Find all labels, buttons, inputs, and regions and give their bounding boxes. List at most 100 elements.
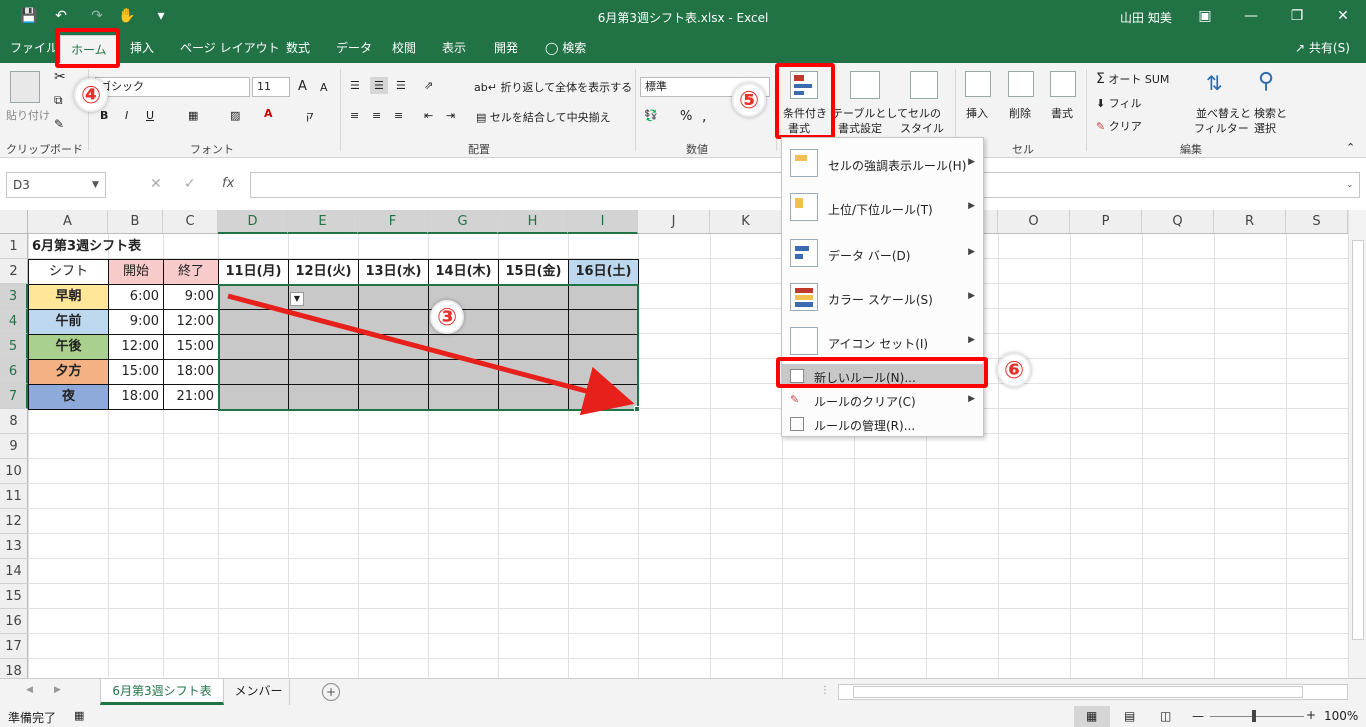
underline-button[interactable]: U [146,109,154,122]
cancel-icon[interactable]: ✕ [150,176,162,192]
shrink-font-icon[interactable]: A [320,81,328,94]
page-layout-view-icon[interactable]: ▤ [1124,709,1135,723]
align-right-icon[interactable]: ≡ [394,109,403,122]
clear-button[interactable]: ✎ クリア [1096,118,1142,134]
macro-record-icon[interactable]: ▦ [74,709,84,722]
currency-icon[interactable]: 💱 [644,109,658,122]
find-select-icon[interactable]: ⚲ [1258,69,1274,94]
find-select-label-1[interactable]: 検索と [1254,105,1287,121]
merge-center-button[interactable]: ▤ セルを結合して中央揃え [476,109,611,125]
tab-file[interactable]: ファイル [10,33,58,63]
menu-item-icon-sets[interactable]: アイコン セット(I) ▶ [782,322,983,362]
bold-button[interactable]: B [100,109,108,122]
fill-color-icon[interactable]: ▨ [230,109,240,122]
name-box[interactable]: D3 [6,172,106,198]
tab-developer[interactable]: 開発 [494,33,518,63]
zoom-level[interactable]: 100% [1324,709,1358,723]
menu-item-highlight-cells[interactable]: セルの強調表示ルール(H) ▶ [782,144,983,184]
tab-data[interactable]: データ [336,33,372,63]
align-bottom-icon[interactable]: ☰ [396,79,406,92]
sort-filter-label-2[interactable]: フィルター [1194,120,1249,136]
font-name-combo[interactable]: ゴシック [95,77,250,97]
align-middle-icon[interactable]: ☰ [370,77,388,94]
tab-view[interactable]: 表示 [442,33,466,63]
align-center-icon[interactable]: ≡ [372,109,381,122]
menu-item-color-scales[interactable]: カラー スケール(S) ▶ [782,278,983,318]
menu-item-manage-rules[interactable]: ルールの管理(R)... [782,412,983,436]
vertical-scrollbar[interactable] [1348,210,1366,678]
name-box-dropdown-icon[interactable]: ▼ [92,180,99,190]
collapse-ribbon-icon[interactable]: ⌃ [1346,141,1355,154]
sheet-tab-active[interactable]: 6月第3週シフト表 [100,679,224,705]
enter-icon[interactable]: ✓ [184,176,196,192]
italic-button[interactable]: I [125,109,128,122]
cut-icon[interactable]: ✂ [54,69,66,85]
percent-icon[interactable]: % [680,109,692,124]
decrease-indent-icon[interactable]: ⇤ [424,109,433,122]
delete-cells-label[interactable]: 削除 [1009,105,1031,121]
zoom-slider[interactable] [1210,716,1304,717]
share-button[interactable]: ↗ 共有(S) [1295,33,1350,63]
normal-view-button[interactable]: ▦ [1074,706,1110,727]
increase-indent-icon[interactable]: ⇥ [446,109,455,122]
tab-formulas[interactable]: 数式 [286,33,310,63]
zoom-slider-thumb[interactable] [1252,710,1256,722]
menu-item-top-bottom[interactable]: 上位/下位ルール(T) ▶ [782,188,983,228]
zoom-in-icon[interactable]: + [1306,708,1316,722]
format-as-table-icon[interactable] [850,71,880,99]
paste-button[interactable]: 貼り付け [6,107,50,123]
insert-cells-icon[interactable] [965,71,991,97]
align-top-icon[interactable]: ☰ [350,79,360,92]
align-left-icon[interactable]: ≡ [350,109,359,122]
font-color-icon[interactable]: A [264,107,273,120]
tab-page-layout[interactable]: ページ レイアウト [180,33,280,63]
tell-me-search[interactable]: ◯ 検索 [545,33,586,63]
worksheet-grid[interactable]: ABCDEFGHIJKLMNOPQRS 12345678910111213141… [0,210,1348,678]
add-sheet-icon[interactable]: + [322,683,340,701]
menu-item-clear-rules[interactable]: ✎ ルールのクリア(C) ▶ [782,388,983,412]
font-size-combo[interactable]: 11 [252,77,290,97]
insert-function-icon[interactable]: fx [222,176,234,191]
cell-styles-label-1[interactable]: セルの [908,105,941,121]
sort-filter-label-1[interactable]: 並べ替えと [1196,105,1251,121]
delete-cells-icon[interactable] [1008,71,1034,97]
ribbon-display-icon[interactable]: ▣ [1196,7,1214,25]
grow-font-icon[interactable]: A [298,79,307,94]
horizontal-scroll-thumb[interactable] [853,686,1303,698]
insert-cells-label[interactable]: 挿入 [966,105,988,121]
wrap-text-button[interactable]: ab↵ 折り返して全体を表示する [474,79,632,95]
cell-styles-label-2[interactable]: スタイル [900,120,944,136]
format-painter-icon[interactable]: ✎ [54,117,64,131]
border-icon[interactable]: ▦ [188,109,198,122]
splitter-icon[interactable]: ⋮ [820,685,830,696]
format-as-table-label-1[interactable]: テーブルとして [832,105,908,121]
format-cells-icon[interactable] [1050,71,1076,97]
next-sheet-icon[interactable]: ▶ [54,685,61,695]
orientation-icon[interactable]: ⇗ [424,79,433,92]
user-name[interactable]: 山田 知美 [1120,9,1172,26]
prev-sheet-icon[interactable]: ◀ [26,685,33,695]
find-select-label-2[interactable]: 選択 [1254,120,1276,136]
fill-button[interactable]: ⬇ フィル [1096,95,1142,111]
page-break-view-icon[interactable]: ◫ [1160,709,1171,723]
tab-review[interactable]: 校閲 [392,33,416,63]
autosum-button[interactable]: Σ オート SUM [1096,71,1169,87]
paste-icon[interactable] [10,71,40,103]
restore-icon[interactable]: ❐ [1288,7,1306,25]
format-cells-label[interactable]: 書式 [1051,105,1073,121]
tab-insert[interactable]: 挿入 [130,33,154,63]
cell-styles-icon[interactable] [910,71,938,99]
sort-filter-icon[interactable]: ⇅ [1206,71,1223,95]
minimize-icon[interactable]: — [1242,7,1260,25]
zoom-out-icon[interactable]: — [1192,709,1204,723]
sheet-tab-members[interactable]: メンバー [228,679,290,705]
copy-icon[interactable]: ⧉ [54,93,63,108]
close-icon[interactable]: ✕ [1334,7,1352,25]
horizontal-scrollbar[interactable] [838,684,1348,700]
comma-icon[interactable]: , [702,109,706,125]
vertical-scroll-thumb[interactable] [1352,240,1364,640]
phonetic-icon[interactable]: ק [306,109,314,122]
menu-item-data-bars[interactable]: データ バー(D) ▶ [782,234,983,274]
format-as-table-label-2[interactable]: 書式設定 [838,120,882,136]
expand-formula-icon[interactable]: ⌄ [1346,180,1354,190]
